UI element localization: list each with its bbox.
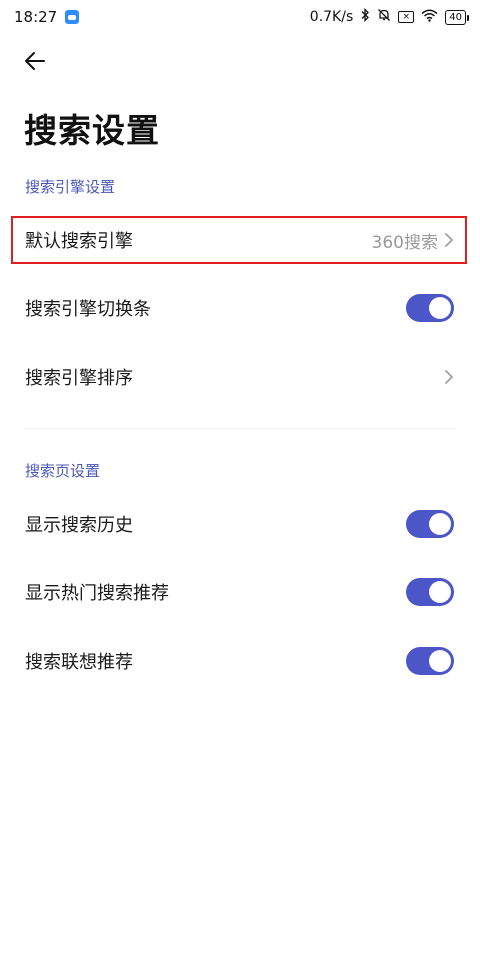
default-engine-value: 360搜索 (371, 232, 438, 253)
status-right: 0.7K/s × 40 (309, 7, 469, 26)
toggle-knob (429, 581, 451, 603)
engine-switch-bar-row: 搜索引擎切换条 (0, 280, 480, 336)
bluetooth-icon (360, 7, 370, 26)
hot-search-label: 显示热门搜索推荐 (25, 583, 169, 604)
engine-switch-bar-label: 搜索引擎切换条 (25, 299, 151, 320)
search-suggest-label: 搜索联想推荐 (25, 652, 133, 673)
section-label-engine: 搜索引擎设置 (25, 178, 116, 196)
default-engine-row[interactable]: 默认搜索引擎 360搜索 (0, 212, 480, 268)
arrow-left-icon (25, 52, 45, 70)
search-history-toggle[interactable] (406, 510, 454, 538)
app-notification-icon (65, 10, 80, 24)
status-bar: 18:27 0.7K/s × 40 (0, 0, 480, 34)
network-speed: 0.7K/s (309, 9, 354, 25)
page-title: 搜索设置 (24, 111, 160, 150)
search-history-label: 显示搜索历史 (25, 515, 133, 536)
search-suggest-row: 搜索联想推荐 (0, 633, 480, 689)
status-left: 18:27 (14, 8, 80, 26)
search-history-row: 显示搜索历史 (0, 496, 480, 552)
battery-icon: 40 (445, 9, 469, 25)
status-time: 18:27 (14, 8, 58, 26)
chevron-right-icon (445, 370, 453, 384)
hot-search-row: 显示热门搜索推荐 (0, 564, 480, 620)
toggle-knob (429, 650, 451, 672)
engine-order-label: 搜索引擎排序 (25, 368, 133, 389)
search-suggest-toggle[interactable] (406, 647, 454, 675)
toggle-knob (429, 513, 451, 535)
default-engine-value-group: 360搜索 (372, 228, 454, 253)
default-engine-label: 默认搜索引擎 (25, 231, 133, 252)
toggle-knob (429, 297, 451, 319)
wifi-icon (421, 9, 438, 26)
hot-search-toggle[interactable] (406, 578, 454, 606)
engine-order-row[interactable]: 搜索引擎排序 (0, 349, 480, 405)
section-divider (25, 428, 455, 429)
engine-order-chevron-group (444, 369, 454, 385)
engine-switch-bar-toggle[interactable] (406, 294, 454, 322)
no-sim-icon: × (398, 11, 415, 23)
bell-off-icon (377, 8, 391, 26)
back-button[interactable] (18, 44, 52, 78)
chevron-right-icon (445, 233, 453, 247)
section-label-search-page: 搜索页设置 (25, 462, 101, 480)
